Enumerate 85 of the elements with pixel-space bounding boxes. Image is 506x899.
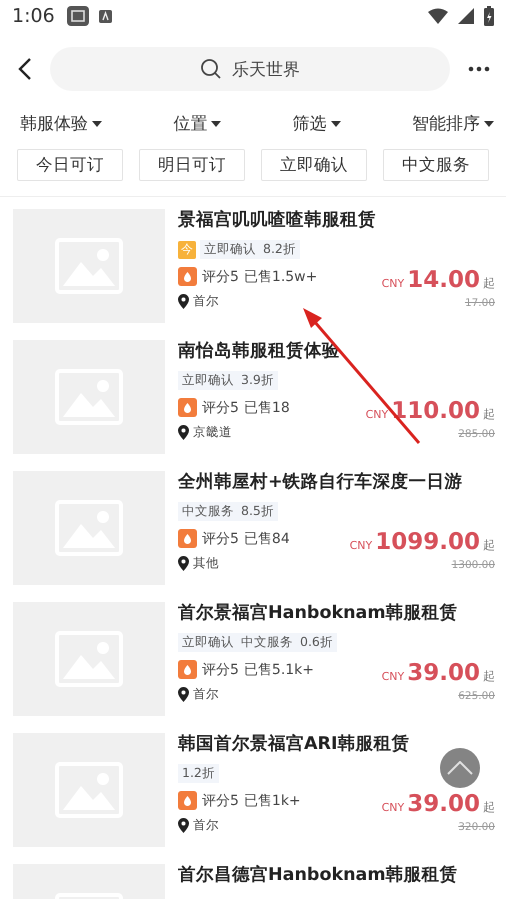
filter-dropdown[interactable]: 韩服体验	[20, 112, 102, 135]
original-price: 1300.00	[452, 559, 495, 571]
rating-text: 评分5	[202, 792, 239, 810]
filter-dropdown[interactable]: 位置	[173, 112, 222, 135]
location-text: 首尔	[193, 293, 219, 310]
rating-text: 评分5	[202, 530, 239, 548]
discount-tag: 0.6折	[300, 634, 333, 651]
original-price: 625.00	[458, 690, 495, 702]
signal-icon	[458, 8, 474, 24]
service-tag: 立即确认	[182, 372, 234, 389]
price: 39.00	[407, 791, 480, 817]
more-icon	[468, 66, 490, 72]
flame-icon	[178, 398, 197, 417]
original-price: 285.00	[458, 428, 495, 440]
location-pin-icon	[178, 556, 189, 571]
discount-tag: 8.5折	[241, 503, 274, 520]
discount-tag: 8.2折	[263, 241, 296, 258]
chevron-up-icon	[447, 761, 473, 775]
location-text: 首尔	[193, 686, 219, 703]
search-icon	[200, 58, 222, 80]
location-pin-icon	[178, 818, 189, 833]
caret-icon	[211, 120, 222, 126]
keyboard-notification-icon	[98, 10, 112, 22]
price: 1099.00	[375, 529, 480, 555]
price-suffix: 起	[483, 275, 495, 292]
service-tag: 立即确认	[182, 634, 234, 651]
price: 110.00	[391, 398, 480, 424]
product-title[interactable]: 首尔昌德宫Hanboknam韩服租赁	[178, 864, 495, 886]
currency-label: CNY	[382, 801, 404, 814]
search-field[interactable]: 乐天世界	[50, 47, 450, 91]
caret-icon	[92, 120, 102, 126]
location-pin-icon	[178, 687, 189, 702]
product-title[interactable]: 韩国首尔景福宫ARI韩服租赁	[178, 733, 495, 755]
service-tag: 中文服务	[182, 503, 234, 520]
discount-tag: 1.2折	[182, 765, 215, 782]
sold-count: 已售5.1k+	[244, 660, 314, 678]
original-price: 320.00	[458, 821, 495, 833]
filter-chip[interactable]: 今日可订	[17, 149, 123, 181]
filter-chip[interactable]: 明日可订	[139, 149, 245, 181]
rating-text: 评分5	[202, 660, 239, 678]
rating-text: 评分5	[202, 398, 239, 416]
flame-icon	[178, 267, 197, 286]
service-tag: 立即确认	[204, 241, 256, 258]
currency-label: CNY	[382, 277, 404, 290]
flame-icon	[178, 791, 197, 810]
today-badge: 今	[178, 240, 196, 258]
original-price: 17.00	[464, 297, 495, 309]
sold-count: 已售1k+	[244, 792, 301, 810]
flame-icon	[178, 660, 197, 679]
filter-dropdown[interactable]: 智能排序	[412, 112, 494, 135]
app-notification-icon	[66, 6, 89, 26]
sold-count: 已售18	[244, 398, 290, 416]
filter-dropdown[interactable]: 筛选	[292, 112, 341, 135]
service-tag: 中文服务	[241, 634, 293, 651]
price: 14.00	[407, 267, 480, 293]
price: 39.00	[407, 660, 480, 686]
location-text: 其他	[193, 555, 219, 572]
rating-text: 评分5	[202, 268, 239, 286]
flame-icon	[178, 529, 197, 548]
price-suffix: 起	[483, 668, 495, 685]
price-suffix: 起	[483, 537, 495, 554]
location-text: 首尔	[193, 817, 219, 834]
sold-count: 已售84	[244, 530, 290, 548]
discount-tag: 3.9折	[241, 372, 274, 389]
battery-icon	[484, 6, 494, 26]
price-suffix: 起	[483, 406, 495, 423]
filter-chip[interactable]: 立即确认	[261, 149, 367, 181]
price-suffix: 起	[483, 799, 495, 816]
currency-label: CNY	[366, 408, 388, 421]
filter-chip[interactable]: 中文服务	[383, 149, 489, 181]
currency-label: CNY	[382, 670, 404, 683]
location-pin-icon	[178, 294, 189, 309]
caret-icon	[484, 120, 494, 126]
product-title[interactable]: 全州韩屋村+铁路自行车深度一日游	[178, 471, 495, 493]
product-title[interactable]: 景福宫叽叽喳喳韩服租赁	[178, 209, 495, 231]
caret-icon	[330, 120, 341, 126]
wifi-icon	[428, 8, 448, 24]
location-pin-icon	[178, 425, 189, 440]
status-time: 1:06	[12, 5, 55, 27]
location-text: 京畿道	[193, 424, 232, 441]
sold-count: 已售1.5w+	[244, 268, 318, 286]
back-icon	[18, 57, 32, 81]
product-title[interactable]: 首尔景福宫Hanboknam韩服租赁	[178, 602, 495, 624]
scroll-to-top-button[interactable]	[440, 748, 480, 788]
currency-label: CNY	[350, 539, 372, 552]
